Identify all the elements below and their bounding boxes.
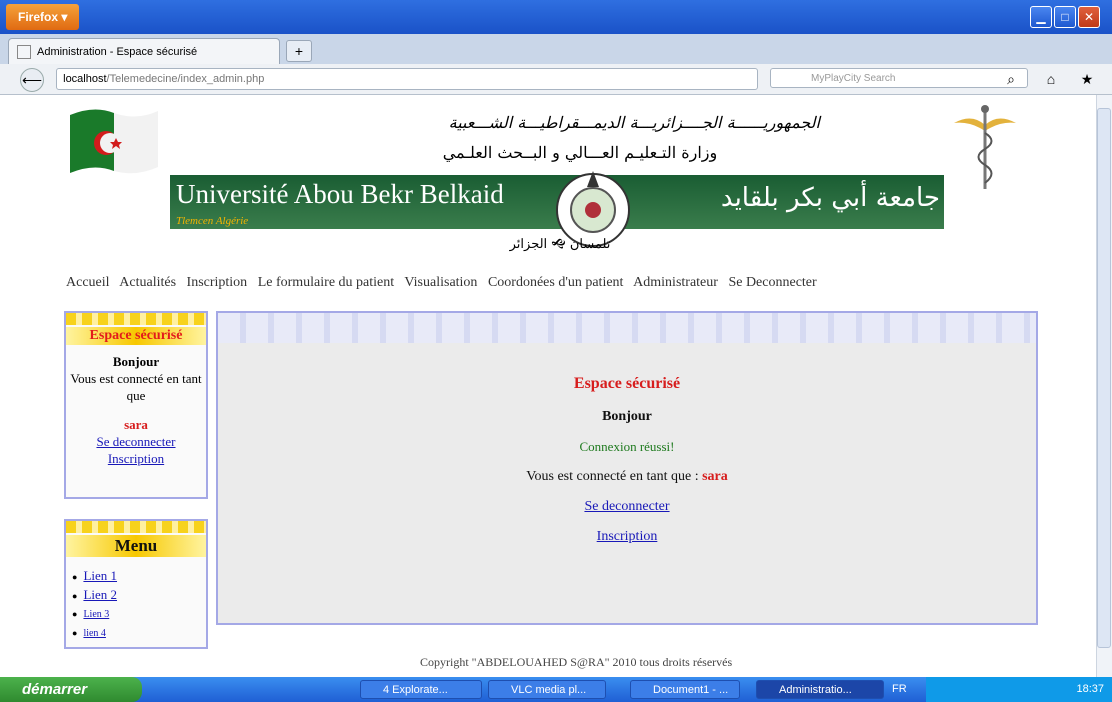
close-icon[interactable]: ✕ <box>1078 6 1100 28</box>
menu-link-4[interactable]: lien 4 <box>83 628 106 639</box>
nav-visualisation[interactable]: Visualisation <box>404 275 477 290</box>
sidebox-signup-link[interactable]: Inscription <box>66 450 206 467</box>
window-titlebar: Firefox ▾ ▁ □ ✕ <box>0 0 1112 34</box>
taskbar-item-explorer[interactable]: 4 Explorate... <box>360 680 482 699</box>
page-viewport: الجمهوريــــــة الجــــزائريـــة الديمــ… <box>0 95 1096 677</box>
nav-formulaire-patient[interactable]: Le formulaire du patient <box>258 275 394 290</box>
tab-strip: Administration - Espace sécurisé + <box>0 34 1112 65</box>
nav-accueil[interactable]: Accueil <box>66 275 110 290</box>
start-label: démarrer <box>22 681 88 698</box>
banner-subtitle: Tlemcen Algérie <box>176 215 249 227</box>
footer-copyright: Copyright "ABDELOUAHED S@RA" 2010 tous d… <box>420 655 733 669</box>
url-path: /Telemedecine/index_admin.php <box>106 73 265 85</box>
back-arrow-icon[interactable]: ⟵ <box>20 68 44 92</box>
tab-administration[interactable]: Administration - Espace sécurisé <box>8 38 280 65</box>
header-arabic-line2: وزارة التـعليـم العـــالي و البــحث العل… <box>442 143 718 162</box>
stars-decoration <box>66 313 206 325</box>
secure-space-title: Espace sécurisé <box>66 327 206 345</box>
task-label: Document1 - ... <box>653 684 729 696</box>
list-item: Lien 1 <box>72 567 206 586</box>
nav-inscription[interactable]: Inscription <box>187 275 248 290</box>
main-navigation: Accueil Actualités Inscription Le formul… <box>66 275 824 291</box>
list-item: Lien 3 <box>72 605 206 624</box>
login-success-message: Connexion réussi! <box>579 439 675 454</box>
search-input[interactable]: MyPlayCity Search <box>770 68 1028 88</box>
connected-as-line: Vous est connecté en tant que : sara <box>218 469 1036 485</box>
url-host: localhost <box>63 73 107 85</box>
system-tray: 18:37 <box>926 677 1112 702</box>
firefox-menu-label: Firefox <box>18 10 59 24</box>
list-item: Lien 2 <box>72 586 206 605</box>
header-arabic-line1: الجمهوريــــــة الجــــزائريـــة الديمــ… <box>448 113 820 132</box>
maximize-icon[interactable]: □ <box>1054 6 1076 28</box>
taskbar-item-document[interactable]: Document1 - ... <box>630 680 740 699</box>
banner-university-name: Université Abou Bekr Belkaid <box>176 179 504 209</box>
stars-decoration <box>66 521 206 533</box>
sidebox-connected-as: Vous est connecté en tant que <box>70 371 202 403</box>
start-button[interactable]: démarrer <box>0 677 142 702</box>
menu-box: Menu Lien 1 Lien 2 Lien 3 lien 4 <box>64 519 208 649</box>
menu-links: Lien 1 Lien 2 Lien 3 lien 4 <box>66 567 206 643</box>
minimize-icon[interactable]: ▁ <box>1030 6 1052 28</box>
sidebox-logout-link[interactable]: Se deconnecter <box>66 433 206 450</box>
new-tab-button[interactable]: + <box>286 40 312 62</box>
tab-title: Administration - Espace sécurisé <box>37 46 198 58</box>
nav-actualites[interactable]: Actualités <box>119 275 176 290</box>
banner-arabic-name: جامعة أبي بكر بلقايد <box>720 183 940 213</box>
navigation-toolbar: ⟵ localhost/Telemedecine/index_admin.php… <box>0 64 1112 95</box>
menu-link-2[interactable]: Lien 2 <box>83 587 117 602</box>
nav-coordonees-patient[interactable]: Coordonées d'un patient <box>488 275 624 290</box>
search-icon[interactable]: ⌕ <box>1000 69 1022 89</box>
scrollbar-thumb[interactable] <box>1097 108 1111 648</box>
menu-link-3[interactable]: Lien 3 <box>83 609 109 620</box>
signup-link[interactable]: Inscription <box>218 529 1036 545</box>
logout-link[interactable]: Se deconnecter <box>218 499 1036 515</box>
menu-link-1[interactable]: Lien 1 <box>83 568 117 583</box>
nav-se-deconnecter[interactable]: Se Deconnecter <box>728 275 816 290</box>
main-content-panel: Espace sécurisé Bonjour Connexion réussi… <box>216 311 1038 625</box>
task-label: Administratio... <box>779 684 852 696</box>
menu-title: Menu <box>66 535 206 557</box>
bookmarks-icon[interactable]: ★ <box>1076 69 1098 89</box>
page-title: Espace sécurisé <box>573 375 681 392</box>
taskbar-item-vlc[interactable]: VLC media pl... <box>488 680 606 699</box>
home-icon[interactable]: ⌂ <box>1040 69 1062 89</box>
windows-taskbar: démarrer 4 Explorate... VLC media pl... … <box>0 677 1112 702</box>
clock: 18:37 <box>1076 683 1104 695</box>
language-indicator[interactable]: FR <box>892 677 907 702</box>
caduceus-icon <box>954 105 1016 189</box>
search-placeholder: MyPlayCity Search <box>811 73 896 84</box>
decorative-border <box>218 313 1036 343</box>
sidebox-hello: Bonjour <box>112 354 160 369</box>
nav-administrateur[interactable]: Administrateur <box>633 275 718 290</box>
list-item: lien 4 <box>72 624 206 643</box>
banner-arabic-city: تلمسان 🙝 الجزائر <box>509 237 611 252</box>
firefox-menu-button[interactable]: Firefox ▾ <box>6 4 80 30</box>
secure-space-box: Espace sécurisé Bonjour Vous est connect… <box>64 311 208 499</box>
username: sara <box>702 469 728 484</box>
task-label: VLC media pl... <box>511 684 587 696</box>
task-label: 4 Explorate... <box>383 684 448 696</box>
page-favicon-icon <box>17 45 31 60</box>
taskbar-item-administration[interactable]: Administratio... <box>756 680 884 699</box>
connected-as-label: Vous est connecté en tant que : <box>526 469 699 484</box>
algeria-flag-icon <box>70 109 158 174</box>
url-bar[interactable]: localhost/Telemedecine/index_admin.php <box>56 68 758 90</box>
sidebox-username: sara <box>124 417 148 432</box>
greeting: Bonjour <box>602 409 652 424</box>
